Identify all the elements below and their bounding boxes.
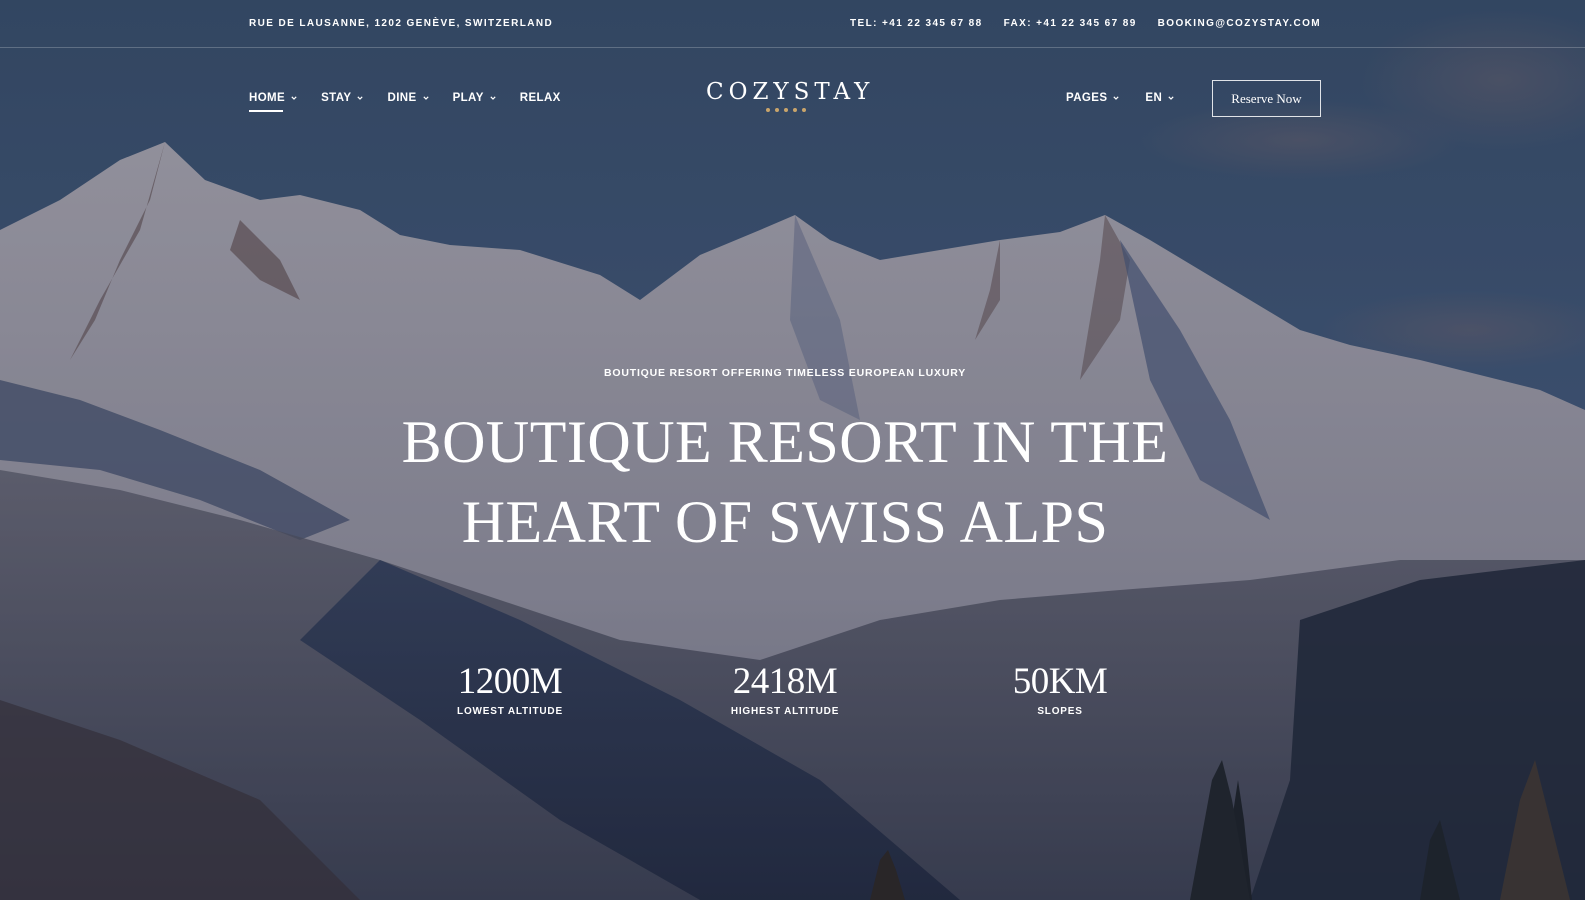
fax-text: FAX: +41 22 345 67 89 — [1003, 18, 1137, 29]
star-icon — [766, 108, 770, 112]
hero-headline: BOUTIQUE RESORT IN THE HEART OF SWISS AL… — [0, 402, 1570, 562]
hero-kicker: BOUTIQUE RESORT OFFERING TIMELESS EUROPE… — [604, 367, 966, 379]
main-navigation: HOME STAY DINE PLAY RELAX COZYSTAY PAGES… — [0, 48, 1585, 148]
language-label: EN — [1145, 92, 1163, 104]
nav-item-label: RELAX — [519, 92, 561, 104]
chevron-down-icon — [357, 96, 364, 100]
stat-value: 1200M — [457, 661, 563, 702]
chevron-down-icon — [422, 96, 429, 100]
chevron-down-icon — [1113, 96, 1120, 100]
nav-menu-right: PAGES EN — [1066, 91, 1174, 105]
star-icon — [775, 108, 779, 112]
nav-item-relax[interactable]: RELAX — [520, 91, 561, 105]
site-logo[interactable]: COZYSTAY — [706, 78, 875, 112]
headline-line-1: BOUTIQUE RESORT IN THE — [401, 409, 1169, 475]
star-icon — [784, 108, 788, 112]
headline-line-2: HEART OF SWISS ALPS — [461, 489, 1109, 555]
logo-text: COZYSTAY — [706, 79, 875, 105]
contact-info: TEL: +41 22 345 67 88 FAX: +41 22 345 67… — [850, 18, 1321, 29]
stat-slopes: 50KM SLOPES — [950, 660, 1170, 717]
stat-label: HIGHEST ALTITUDE — [730, 706, 840, 717]
star-icon — [793, 108, 797, 112]
nav-item-home[interactable]: HOME — [249, 91, 297, 112]
stat-value: 50KM — [1012, 661, 1108, 702]
stat-label: LOWEST ALTITUDE — [457, 706, 563, 717]
phone-link[interactable]: TEL: +41 22 345 67 88 — [850, 18, 983, 29]
nav-item-label: PAGES — [1066, 92, 1108, 104]
nav-item-label: DINE — [387, 92, 417, 104]
chevron-down-icon — [490, 96, 496, 100]
stat-label: SLOPES — [1037, 706, 1083, 717]
nav-menu-left: HOME STAY DINE PLAY RELAX — [249, 91, 561, 112]
stat-highest-altitude: 2418M HIGHEST ALTITUDE — [675, 660, 895, 717]
nav-item-label: STAY — [321, 92, 352, 104]
nav-item-stay[interactable]: STAY — [321, 91, 364, 105]
address-text: RUE DE LAUSANNE, 1202 GENÈVE, SWITZERLAN… — [249, 18, 554, 29]
reserve-now-button[interactable]: Reserve Now — [1212, 80, 1321, 117]
chevron-down-icon — [1168, 96, 1174, 100]
star-icon — [802, 108, 806, 112]
nav-item-label: PLAY — [452, 92, 484, 104]
email-link[interactable]: BOOKING@COZYSTAY.COM — [1158, 18, 1321, 29]
language-selector[interactable]: EN — [1145, 91, 1174, 105]
nav-item-pages[interactable]: PAGES — [1066, 91, 1120, 105]
chevron-down-icon — [291, 96, 297, 100]
nav-item-label: HOME — [249, 92, 286, 104]
top-info-bar: RUE DE LAUSANNE, 1202 GENÈVE, SWITZERLAN… — [0, 0, 1585, 48]
logo-stars — [706, 108, 866, 112]
stat-value: 2418M — [732, 661, 838, 702]
nav-item-dine[interactable]: DINE — [387, 91, 429, 105]
nav-item-play[interactable]: PLAY — [453, 91, 496, 105]
stat-lowest-altitude: 1200M LOWEST ALTITUDE — [400, 660, 620, 717]
stats-row: 1200M LOWEST ALTITUDE 2418M HIGHEST ALTI… — [0, 660, 1585, 730]
